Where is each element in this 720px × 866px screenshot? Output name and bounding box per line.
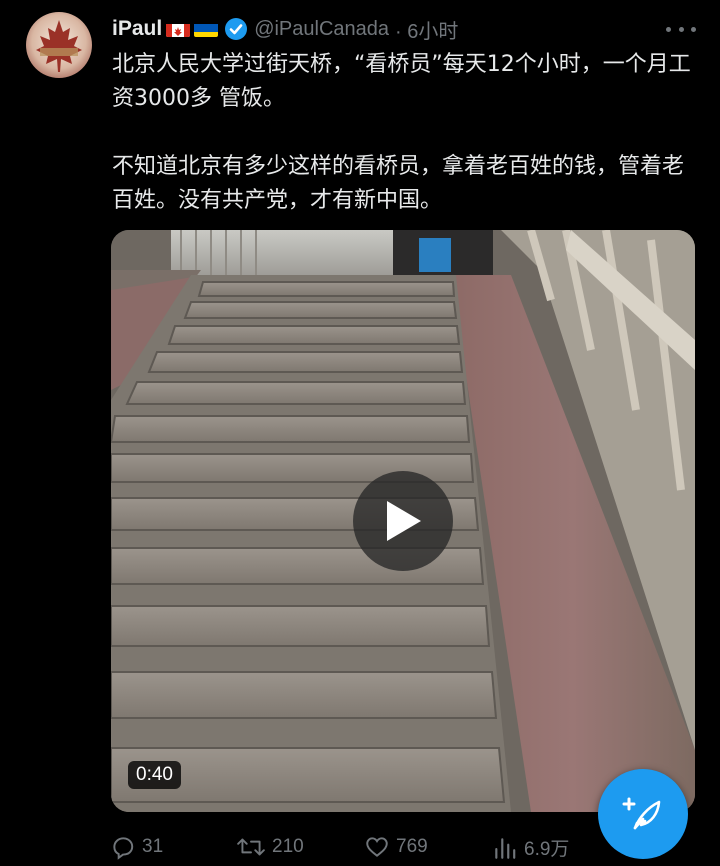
views-count: 6.9万 bbox=[524, 839, 570, 860]
compose-tweet-icon bbox=[622, 797, 661, 830]
like-count: 769 bbox=[396, 836, 428, 857]
compose-tweet-button[interactable] bbox=[598, 769, 688, 859]
maple-leaf-avatar-image bbox=[36, 20, 82, 72]
reply-icon bbox=[113, 837, 134, 860]
reply-count: 31 bbox=[142, 836, 164, 857]
retweet-icon bbox=[237, 838, 265, 856]
video-duration: 0:40 bbox=[128, 761, 181, 789]
tweet-paragraph: 北京人民大学过街天桥，“看桥员”每天12个小时，一个月工资3000多 管饭。 bbox=[112, 52, 691, 111]
tweet-time[interactable]: · 6小时 bbox=[395, 15, 458, 44]
tweet-text: 北京人民大学过街天桥，“看桥员”每天12个小时，一个月工资3000多 管饭。 不… bbox=[112, 48, 702, 218]
reply-button[interactable]: 31 bbox=[110, 834, 163, 860]
play-icon[interactable] bbox=[353, 471, 453, 571]
verified-badge-icon bbox=[224, 17, 248, 41]
tweet-header: iPaul @iPaulCanada · 6小时 bbox=[112, 14, 458, 44]
views-button[interactable]: 6.9万 bbox=[492, 834, 569, 861]
author-handle[interactable]: @iPaulCanada bbox=[254, 18, 389, 41]
author-name[interactable]: iPaul bbox=[112, 17, 162, 41]
like-button[interactable]: 769 bbox=[364, 834, 428, 860]
tweet-paragraph: 不知道北京有多少这样的看桥员，拿着老百姓的钱，管着老百姓。没有共产党，才有新中国… bbox=[112, 154, 685, 213]
more-options-icon[interactable] bbox=[666, 20, 696, 38]
ukraine-flag-icon bbox=[194, 21, 219, 37]
canada-flag-icon bbox=[166, 21, 191, 37]
retweet-count: 210 bbox=[272, 836, 304, 857]
avatar[interactable] bbox=[26, 12, 92, 78]
heart-icon bbox=[366, 837, 388, 857]
retweet-button[interactable]: 210 bbox=[236, 834, 304, 860]
views-chart-icon bbox=[495, 837, 516, 859]
